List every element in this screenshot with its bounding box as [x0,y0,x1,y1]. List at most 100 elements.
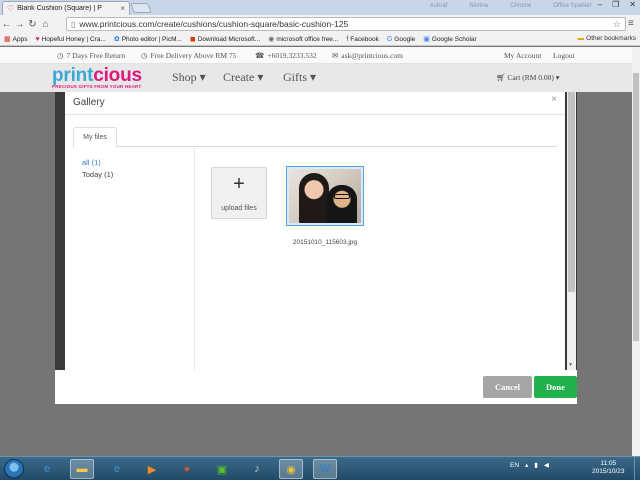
bookmark-7[interactable]: ▣ Google Scholar [423,35,476,44]
bookmark-0[interactable]: ▦ Apps [4,35,27,44]
page-icon: ▯ [71,19,76,29]
printcious-logo[interactable]: printcious PRECIOUS GIFTS FROM YOUR HEAR… [52,65,142,89]
itunes-icon[interactable]: ♪ [245,459,269,479]
upload-files-label: upload files [221,205,257,212]
cart-text: Cart (RM 0.00) ▾ [507,73,560,82]
nav-create[interactable]: Create ▾ [223,70,263,85]
forward-arrow-icon[interactable]: → [13,19,26,30]
scroll-down-arrow-icon[interactable]: ▼ [568,362,573,368]
iqiyi-icon[interactable]: ▣ [210,459,234,479]
email-info[interactable]: ✉ ask@printcious.com [332,51,403,60]
photo-app-icon[interactable]: ✦ [175,459,199,479]
page-scrollbar[interactable] [632,47,640,456]
ie-icon-2[interactable]: e [105,459,129,479]
modal-scrollbar[interactable]: ▼ [567,92,576,370]
bookmark-1[interactable]: ♥ Hopeful Honey | Cra... [35,36,105,43]
ghost-tab: Nisrina [469,3,489,9]
tray-arrow-icon[interactable]: ▴ [525,461,528,469]
chrome-menu-icon[interactable]: ≡ [628,18,638,29]
modal-scroll-thumb[interactable] [568,92,575,292]
minimize-icon[interactable]: – [598,0,602,9]
language-indicator[interactable]: EN [510,462,519,469]
media-player-icon[interactable]: ▶ [140,459,164,479]
person-figure [327,185,357,223]
nav-shop[interactable]: Shop ▾ [172,70,206,85]
cart-button[interactable]: 🛒︎ Cart (RM 0.00) ▾ [496,73,560,82]
folder-today[interactable]: Today (1) [82,170,113,179]
facebook-icon: f [346,35,349,43]
photo-image [289,169,361,223]
bookmark-6[interactable]: G Google [387,36,415,43]
cart-icon: 🛒︎ [496,73,506,82]
browser-toolbar: ← → ↻ ⌂ ▯ www.printcious.com/create/cush… [0,15,640,33]
person-figure [299,173,329,223]
bookmark-label: Photo editor | PicM... [121,35,182,43]
mail-icon: ✉ [332,51,339,60]
file-name: 20151010_115603.jpg [292,239,358,246]
reload-icon[interactable]: ↻ [26,19,39,30]
logo-text-cious: cious [93,65,142,86]
done-button[interactable]: Done [534,376,577,398]
ie-icon[interactable]: e [35,459,59,479]
nav-gifts[interactable]: Gifts ▾ [283,70,316,85]
phone-info: ☎ +6019.3233.532 [255,51,317,60]
bookmark-label: microsoft office free... [276,35,339,43]
browser-tab[interactable]: ♡ Blank Cushion (Square) | P × [2,1,130,15]
email-text: ask@printcious.com [341,51,403,60]
explorer-icon[interactable]: ▬ [70,459,94,479]
files-area: + upload files 20151010_115603.jpg [196,147,556,370]
bookmark-2[interactable]: ✿ Photo editor | PicM... [113,35,182,44]
bookmark-3[interactable]: ◼ Download Microsoft... [190,35,260,44]
site-info-bar: ◷ 7 Days Free Return ◷ Free Delivery Abo… [0,47,632,64]
new-tab-button[interactable] [130,3,152,13]
bookmark-star-icon[interactable]: ☆ [613,19,621,30]
close-window-icon[interactable]: ✕ [629,0,636,9]
heart-icon: ♥ [35,35,40,43]
windows-taskbar: EN ▴ ▮ ◀ 11:05 2015/10/23 e ▬ e ▶ ✦ ▣ ♪ ◉ W [0,456,640,480]
gallery-close-icon[interactable]: × [551,94,557,105]
network-icon[interactable]: ▮ [534,461,538,469]
folder-sidebar: all (1) Today (1) [73,147,195,370]
gallery-title: Gallery [73,97,105,108]
my-account-link[interactable]: My Account [504,51,541,60]
maximize-icon[interactable]: ❐ [612,0,619,9]
page-left-strip [55,92,65,370]
url-text: www.printcious.com/create/cushions/cushi… [79,19,349,29]
address-bar[interactable]: ▯ www.printcious.com/create/cushions/cus… [66,17,626,31]
folder-icon: ▬ [577,35,585,42]
logout-link[interactable]: Logout [553,51,575,60]
other-bookmarks-label: Other bookmarks [586,35,636,42]
other-bookmarks[interactable]: ▬ Other bookmarks [578,35,636,42]
chrome-icon[interactable]: ◉ [279,459,303,479]
photo-icon: ✿ [113,36,120,43]
tab-title: Blank Cushion (Square) | P [17,5,102,12]
page-scroll-thumb[interactable] [633,73,639,341]
free-delivery-text: Free Delivery Above RM 75 [150,51,237,60]
upload-files-button[interactable]: + upload files [211,167,267,219]
ghost-tab-labels: Ashraf Nisrina Chrome Office Sparker [430,3,592,9]
cancel-button[interactable]: Cancel [483,376,532,398]
bookmark-5[interactable]: f Facebook [346,36,379,43]
gallery-modal: Gallery × My files all (1) Today (1) + u… [65,92,565,370]
home-icon[interactable]: ⌂ [39,19,52,30]
tab-close-icon[interactable]: × [120,4,125,13]
phone-icon: ☎ [255,51,265,60]
office-icon: ◉ [268,36,275,43]
google-icon: G [386,35,393,43]
show-desktop-button[interactable] [634,457,640,480]
clock-date: 2015/10/23 [592,468,625,475]
bookmark-4[interactable]: ◉ microsoft office free... [268,35,339,44]
tab-my-files[interactable]: My files [73,127,117,148]
modal-divider [65,114,565,115]
back-arrow-icon[interactable]: ← [0,19,13,30]
file-thumbnail[interactable] [286,166,364,226]
clock[interactable]: 11:05 2015/10/23 [592,460,625,476]
browser-titlebar: ♡ Blank Cushion (Square) | P × Ashraf Ni… [0,0,640,15]
folder-all[interactable]: all (1) [82,158,101,167]
word-icon[interactable]: W [313,459,337,479]
site-nav: printcious PRECIOUS GIFTS FROM YOUR HEAR… [0,64,632,92]
volume-icon[interactable]: ◀ [544,461,549,469]
bookmarks-bar: ▦ Apps ♥ Hopeful Honey | Cra... ✿ Photo edito… [0,33,640,46]
system-tray: EN ▴ ▮ ◀ [510,461,549,470]
start-button[interactable] [4,459,24,479]
